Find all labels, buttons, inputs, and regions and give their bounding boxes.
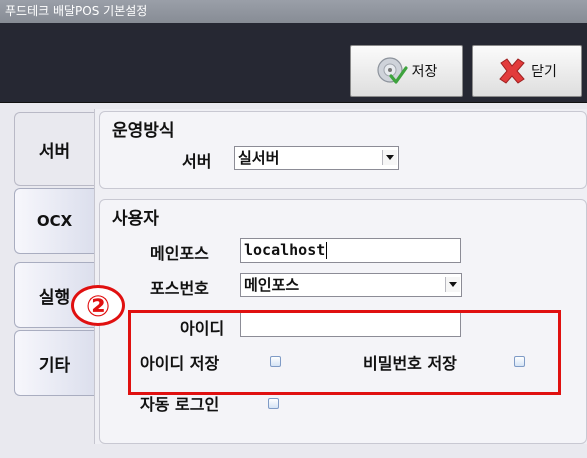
user-title: 사용자 — [112, 209, 159, 229]
id-input[interactable] — [240, 312, 461, 337]
id-label: 아이디 — [180, 319, 225, 338]
save-password-label: 비밀번호 저장 — [363, 354, 457, 373]
server-label: 서버 — [182, 152, 212, 171]
server-settings-panel: 운영방식 서버 실서버 사용자 메인포스 localhost 포스번호 메인포스… — [94, 109, 587, 444]
mainpos-input[interactable]: localhost — [240, 238, 461, 263]
settings-window: 푸드테크 배달POS 기본설정 저장 닫기 서버 OCX 실행 기타 운영방식 … — [0, 0, 587, 458]
posno-select-value: 메인포스 — [244, 276, 300, 294]
save-id-checkbox[interactable] — [270, 356, 281, 367]
server-select-value: 실서버 — [238, 149, 280, 167]
tab-etc-label: 기타 — [38, 355, 71, 376]
mainpos-value: localhost — [244, 241, 326, 259]
side-tab-bar: 서버 OCX 실행 기타 — [0, 102, 95, 458]
close-label: 닫기 — [531, 64, 557, 80]
save-label: 저장 — [411, 64, 438, 80]
save-button[interactable]: 저장 — [350, 45, 463, 97]
autologin-label: 자동 로그인 — [140, 395, 220, 414]
close-x-icon — [497, 57, 527, 85]
title-bar: 푸드테크 배달POS 기본설정 — [0, 0, 587, 23]
close-button[interactable]: 닫기 — [472, 45, 582, 97]
disk-save-icon — [376, 56, 408, 86]
tab-run-label: 실행 — [38, 287, 71, 308]
server-select[interactable]: 실서버 — [234, 146, 399, 170]
text-caret — [326, 242, 328, 259]
user-group: 사용자 메인포스 localhost 포스번호 메인포스 아이디 아이디 저장 … — [99, 199, 587, 444]
annotation-step-marker: ② — [71, 285, 125, 326]
save-id-label: 아이디 저장 — [140, 354, 220, 373]
tab-server[interactable]: 서버 — [14, 112, 94, 186]
tab-server-label: 서버 — [38, 141, 71, 162]
tab-etc[interactable]: 기타 — [14, 330, 94, 396]
operation-title: 운영방식 — [112, 121, 175, 141]
save-password-checkbox[interactable] — [514, 356, 525, 367]
chevron-down-icon[interactable] — [382, 150, 397, 165]
window-title: 푸드테크 배달POS 기본설정 — [5, 4, 148, 18]
tab-ocx[interactable]: OCX — [14, 188, 94, 254]
tab-ocx-label: OCX — [36, 212, 73, 230]
autologin-checkbox[interactable] — [268, 398, 279, 409]
annotation-marker-text: ② — [85, 288, 111, 323]
mainpos-label: 메인포스 — [150, 244, 209, 263]
posno-select[interactable]: 메인포스 — [240, 273, 462, 297]
operation-group: 운영방식 서버 실서버 — [99, 111, 587, 189]
posno-label: 포스번호 — [150, 279, 209, 298]
chevron-down-icon[interactable] — [445, 277, 460, 292]
toolbar: 저장 닫기 — [0, 23, 587, 103]
